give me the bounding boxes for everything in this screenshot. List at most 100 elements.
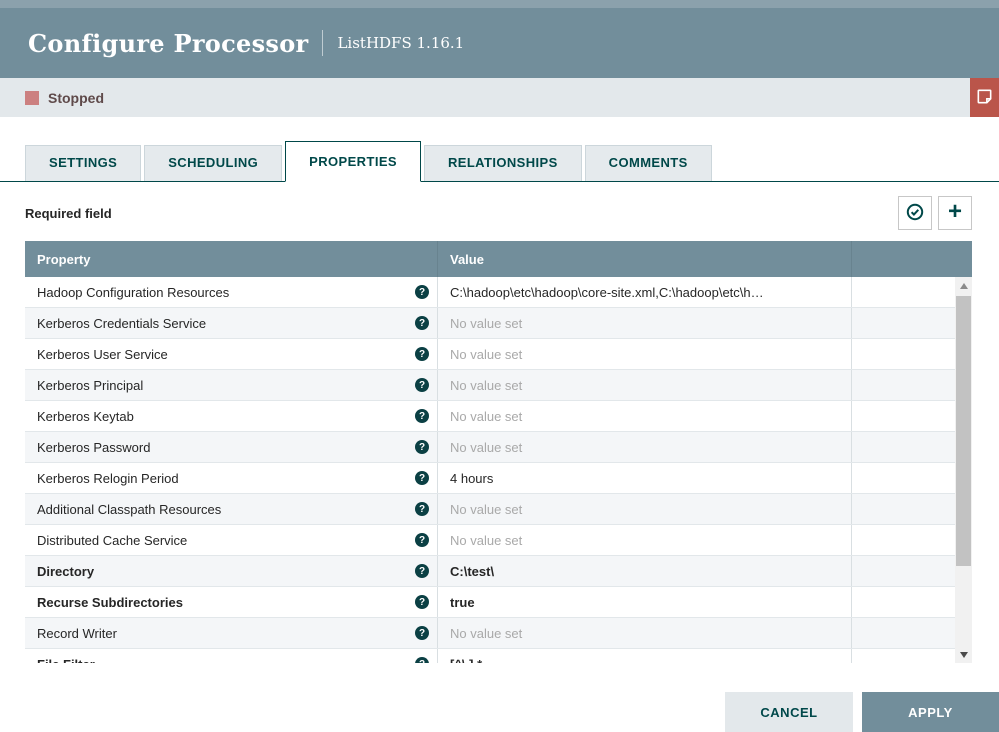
property-value[interactable]: No value set [438,308,852,338]
property-name: Directory [37,563,95,579]
row-filler-cell [852,525,955,555]
help-icon[interactable] [415,409,429,423]
property-cell: Record Writer [25,618,438,648]
table-row: Kerberos Principal No value set [25,370,955,401]
row-filler-cell [852,463,955,493]
table-body-viewport: Hadoop Configuration Resources C:\hadoop… [25,277,972,663]
property-name: Distributed Cache Service [37,532,188,548]
property-name: Recurse Subdirectories [37,594,183,610]
help-icon[interactable] [415,347,429,361]
property-value[interactable]: C:\test\ [438,556,852,586]
help-icon[interactable] [415,595,429,609]
property-name: Kerberos Principal [37,377,144,393]
vertical-scrollbar[interactable] [955,277,972,663]
table-row: Record Writer No value set [25,618,955,649]
table-row: Additional Classpath Resources No value … [25,494,955,525]
row-filler-cell [852,494,955,524]
configure-processor-dialog: Configure Processor ListHDFS 1.16.1 Stop… [0,0,999,732]
tab-bar: SETTINGS SCHEDULING PROPERTIES RELATIONS… [0,141,999,182]
properties-toolbar: Required field + [25,194,972,232]
table-row: Kerberos Credentials Service No value se… [25,308,955,339]
property-cell: Additional Classpath Resources [25,494,438,524]
property-cell: Kerberos Credentials Service [25,308,438,338]
property-cell: Recurse Subdirectories [25,587,438,617]
state-label: Stopped [48,89,104,106]
table-header: Property Value [25,241,972,277]
property-value[interactable]: 4 hours [438,463,852,493]
help-icon[interactable] [415,316,429,330]
property-name: Kerberos Keytab [37,408,134,424]
row-filler-cell [852,339,955,369]
property-value[interactable]: No value set [438,494,852,524]
tab-relationships[interactable]: RELATIONSHIPS [423,145,582,181]
title-divider [322,30,324,56]
bulletin-indicator[interactable] [970,78,999,117]
canvas-top-strip [0,0,999,8]
help-icon[interactable] [415,657,429,663]
help-icon[interactable] [415,502,429,516]
column-header-value: Value [438,241,852,277]
row-filler-cell [852,401,955,431]
add-property-button[interactable]: + [938,196,972,230]
required-field-label: Required field [25,205,112,221]
help-icon[interactable] [415,471,429,485]
property-value[interactable]: No value set [438,339,852,369]
property-value[interactable]: No value set [438,370,852,400]
property-value[interactable]: No value set [438,618,852,648]
row-filler-cell [852,587,955,617]
verify-properties-button[interactable] [898,196,932,230]
note-icon [976,88,993,108]
help-icon[interactable] [415,626,429,640]
help-icon[interactable] [415,285,429,299]
property-cell: Kerberos Relogin Period [25,463,438,493]
column-header-filler [852,241,972,277]
apply-button[interactable]: APPLY [862,692,999,732]
property-name: Kerberos Relogin Period [37,470,179,486]
scroll-down-arrow-icon[interactable] [955,647,972,662]
tab-scheduling[interactable]: SCHEDULING [144,145,283,181]
table-row: Recurse Subdirectories true [25,587,955,618]
property-name: Kerberos Password [37,439,151,455]
dialog-header: Configure Processor ListHDFS 1.16.1 [0,8,999,78]
property-value[interactable]: No value set [438,525,852,555]
tab-settings[interactable]: SETTINGS [25,145,142,181]
dialog-title: Configure Processor [28,28,309,58]
processor-name-version: ListHDFS 1.16.1 [337,34,465,52]
tab-properties[interactable]: PROPERTIES [285,141,421,182]
check-circle-icon [905,202,925,225]
row-filler-cell [852,308,955,338]
stopped-state-icon [25,90,39,105]
scroll-up-arrow-icon[interactable] [955,277,972,294]
row-filler-cell [852,370,955,400]
property-cell: Kerberos Keytab [25,401,438,431]
help-icon[interactable] [415,378,429,392]
property-value[interactable]: [^\.].* [438,649,852,663]
column-header-property: Property [25,241,438,277]
property-cell: Distributed Cache Service [25,525,438,555]
table-row: Kerberos Keytab No value set [25,401,955,432]
property-value[interactable]: true [438,587,852,617]
property-value[interactable]: No value set [438,401,852,431]
status-bar: Stopped [0,78,999,117]
help-icon[interactable] [415,564,429,578]
row-filler-cell [852,277,955,307]
table-row: File Filter [^\.].* [25,649,955,663]
table-row: Kerberos User Service No value set [25,339,955,370]
tab-comments[interactable]: COMMENTS [584,145,712,181]
row-filler-cell [852,432,955,462]
property-name: Kerberos User Service [37,346,168,362]
help-icon[interactable] [415,440,429,454]
property-cell: Kerberos Principal [25,370,438,400]
property-name: Additional Classpath Resources [37,501,222,517]
table-row: Kerberos Relogin Period 4 hours [25,463,955,494]
cancel-button[interactable]: CANCEL [725,692,853,732]
property-value[interactable]: No value set [438,432,852,462]
scrollbar-thumb[interactable] [956,296,971,566]
row-filler-cell [852,556,955,586]
help-icon[interactable] [415,533,429,547]
property-value[interactable]: C:\hadoop\etc\hadoop\core-site.xml,C:\ha… [438,277,852,307]
table-row: Hadoop Configuration Resources C:\hadoop… [25,277,955,308]
property-cell: Hadoop Configuration Resources [25,277,438,307]
row-filler-cell [852,618,955,648]
table-row: Directory C:\test\ [25,556,955,587]
